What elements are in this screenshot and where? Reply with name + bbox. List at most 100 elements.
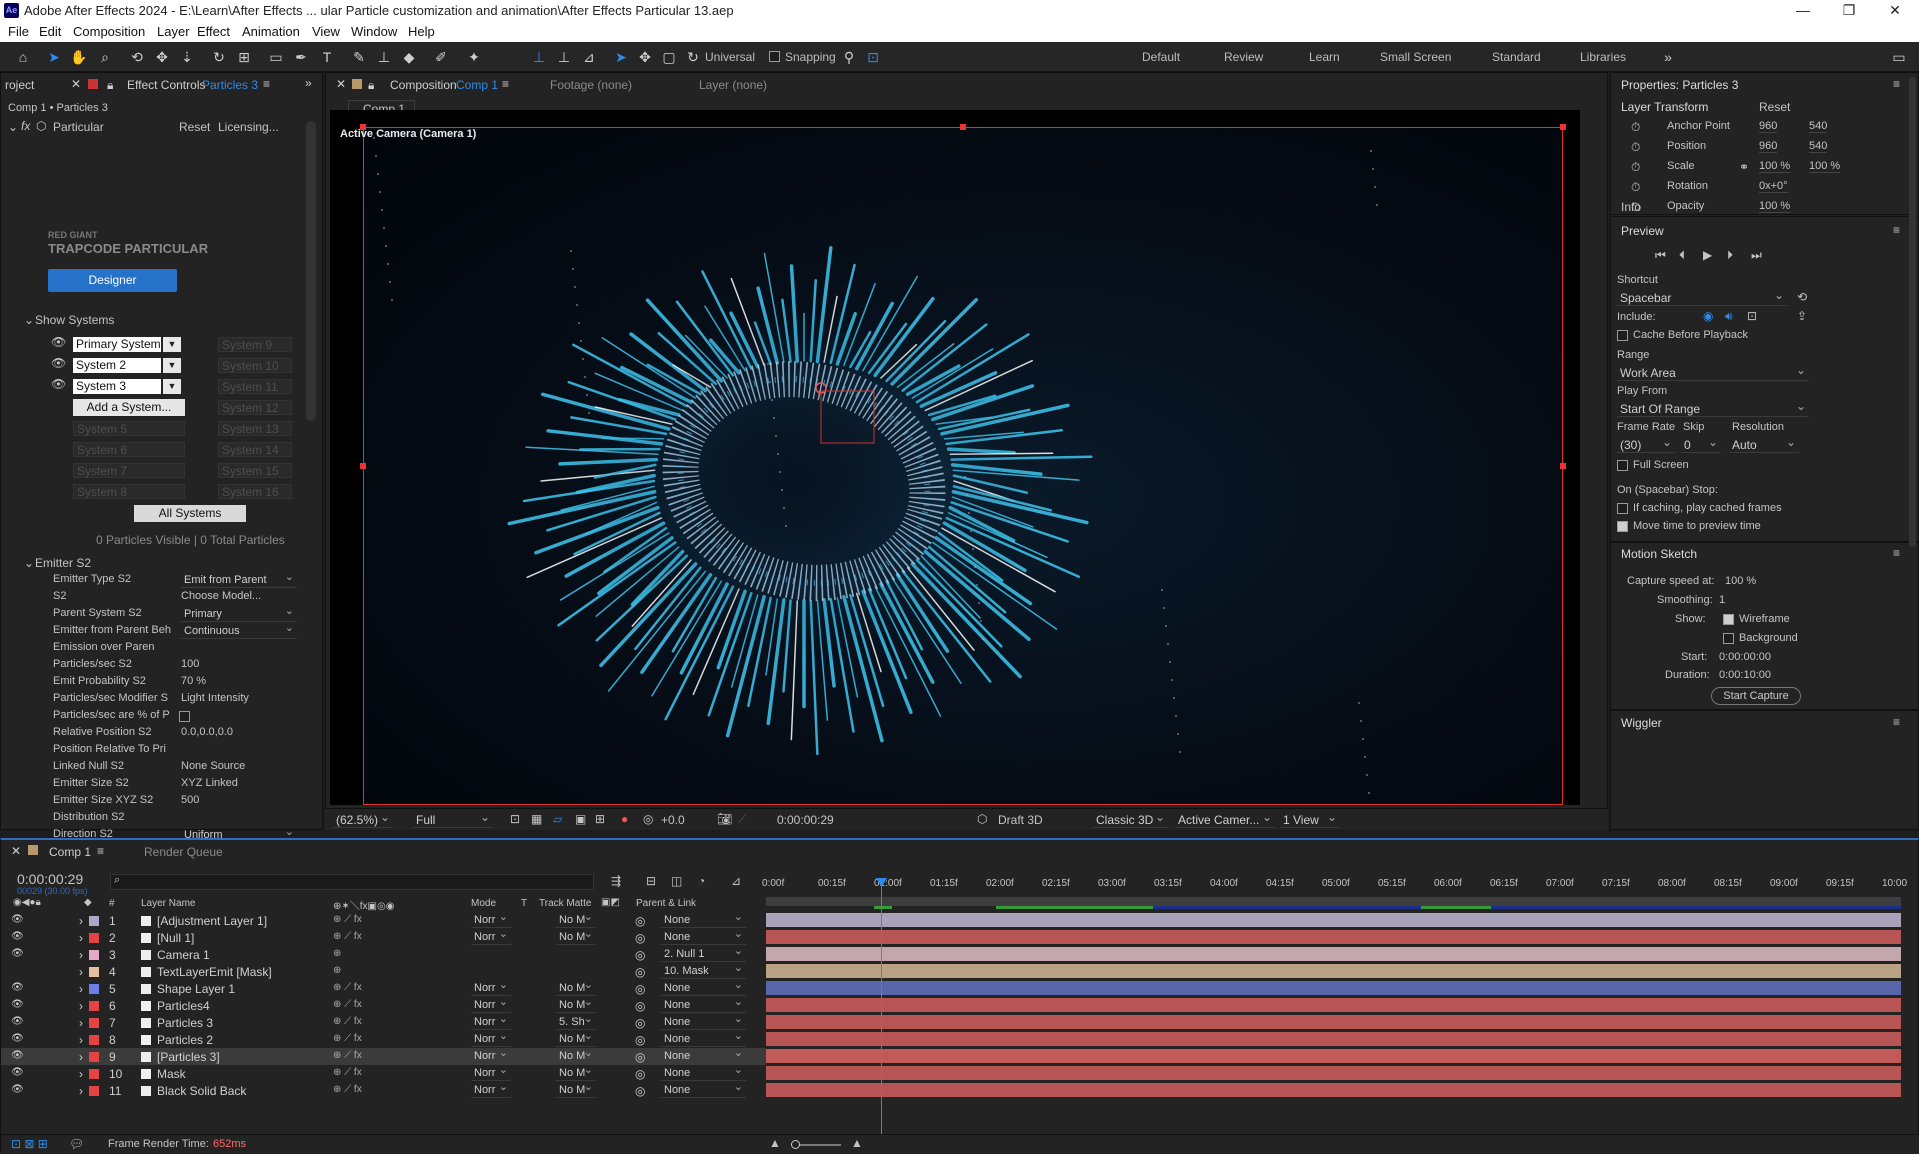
label-color-icon[interactable] bbox=[89, 1001, 99, 1011]
motion-blur-icon[interactable]: ◔ bbox=[698, 874, 705, 888]
stopwatch-icon[interactable]: ⏱ bbox=[1631, 140, 1640, 155]
visibility-eye-icon[interactable]: 👁︎ bbox=[11, 1050, 24, 1061]
pen-tool-icon[interactable]: ✒ bbox=[292, 48, 310, 66]
snapping-checkbox[interactable] bbox=[769, 51, 780, 62]
layer-switches-icon[interactable]: ⊕ ⟋ fx bbox=[333, 1067, 362, 1078]
system-dropdown-icon[interactable]: ▼ bbox=[163, 337, 181, 352]
reset-shortcut-icon[interactable]: ⟲ bbox=[1797, 290, 1807, 304]
orbit-tool-icon[interactable]: ⟲ bbox=[128, 48, 146, 66]
workspace-learn[interactable]: Learn bbox=[1309, 50, 1340, 64]
more-workspaces-icon[interactable]: » bbox=[1659, 48, 1677, 66]
render-queue-tab[interactable]: Render Queue bbox=[144, 845, 223, 859]
system-primary[interactable]: Primary System bbox=[73, 337, 161, 352]
rotation-tool-icon[interactable]: ↻ bbox=[210, 48, 228, 66]
property-value[interactable]: Light Intensity bbox=[181, 692, 249, 704]
menu-effect[interactable]: Effect bbox=[197, 24, 230, 39]
workspace-small-screen[interactable]: Small Screen bbox=[1380, 50, 1451, 64]
transform-value-1[interactable]: 100 % bbox=[1759, 160, 1790, 173]
show-systems-twirl-icon[interactable]: ⌄ bbox=[24, 313, 34, 327]
menu-composition[interactable]: Composition bbox=[73, 24, 145, 39]
full-screen-checkbox[interactable] bbox=[1617, 460, 1628, 471]
layer-duration-bar[interactable] bbox=[766, 964, 1901, 978]
layer-name-header[interactable]: Layer Name bbox=[141, 898, 195, 909]
exposure-value[interactable]: +0.0 bbox=[661, 813, 685, 827]
label-color-icon[interactable] bbox=[89, 1069, 99, 1079]
smoothing-value[interactable]: 1 bbox=[1719, 594, 1725, 606]
transparency-grid-icon[interactable]: ▦ bbox=[531, 812, 542, 826]
property-value[interactable]: Choose Model... bbox=[181, 590, 261, 602]
channels-icon[interactable]: ● bbox=[621, 812, 628, 826]
transform-value-1[interactable]: 960 bbox=[1759, 120, 1777, 133]
selection-tool-icon[interactable]: ➤ bbox=[45, 48, 63, 66]
panel-menu-icon[interactable]: ≡ bbox=[263, 77, 270, 91]
layer-name[interactable]: [Null 1] bbox=[157, 931, 194, 945]
visibility-eye-icon[interactable]: 👁︎ bbox=[11, 982, 24, 993]
resolution-select[interactable]: Auto bbox=[1729, 437, 1799, 453]
layer-row[interactable]: ›4TextLayerEmit [Mask]⊕◎10. Mask bbox=[1, 963, 766, 980]
menu-view[interactable]: View bbox=[312, 24, 340, 39]
color-management-icon[interactable]: ◎ bbox=[643, 812, 653, 826]
effect-controls-layer[interactable]: Particles 3 bbox=[202, 78, 258, 92]
scrollbar[interactable] bbox=[306, 121, 316, 421]
anchor-tool-icon[interactable]: ⊞ bbox=[235, 48, 253, 66]
system-dropdown-icon[interactable]: ▼ bbox=[163, 358, 181, 373]
roto-brush-icon[interactable]: ✐ bbox=[432, 48, 450, 66]
menu-file[interactable]: File bbox=[8, 24, 29, 39]
zoom-tool-icon[interactable]: ⌕ bbox=[96, 48, 114, 66]
transform-value-2[interactable]: 100 % bbox=[1809, 160, 1840, 173]
search-help-icon[interactable]: ▭ bbox=[1890, 48, 1908, 66]
twirl-icon[interactable]: › bbox=[79, 999, 83, 1013]
hand-tool-icon[interactable]: ✋ bbox=[70, 48, 88, 66]
layer-name[interactable]: Particles4 bbox=[157, 999, 210, 1013]
system-slot[interactable]: System 6 bbox=[73, 442, 185, 457]
view-axis-icon[interactable]: ⊿ bbox=[580, 48, 598, 66]
puppet-pin-icon[interactable]: ✦ bbox=[465, 48, 483, 66]
stopwatch-icon[interactable]: ⏱ bbox=[1631, 160, 1640, 175]
minimize-icon[interactable]: — bbox=[1788, 2, 1818, 18]
add-system-button[interactable]: Add a System... bbox=[73, 399, 185, 416]
universal-rotate-icon[interactable]: ↻ bbox=[684, 48, 702, 66]
layer-switches-icon[interactable]: ⊕ ⟋ fx bbox=[333, 982, 362, 993]
parent-select[interactable]: None bbox=[661, 1082, 746, 1098]
twirl-icon[interactable]: › bbox=[79, 914, 83, 928]
draft-3d-toggle-icon[interactable]: ⇶ bbox=[611, 874, 621, 888]
comp-flowchart-icon[interactable]: ⊟ bbox=[646, 874, 656, 888]
property-value[interactable]: Emit from Parent bbox=[181, 572, 297, 588]
export-icon[interactable]: ⇪ bbox=[1797, 309, 1807, 323]
label-color-icon[interactable] bbox=[89, 916, 99, 926]
blend-mode-select[interactable]: Norr bbox=[471, 1082, 511, 1098]
panel-menu-icon[interactable]: ≡ bbox=[1893, 223, 1900, 237]
include-video-icon[interactable]: ◉ bbox=[1703, 309, 1713, 323]
system-slot[interactable]: System 16 bbox=[218, 484, 292, 499]
label-color-icon[interactable] bbox=[89, 967, 99, 977]
layer-row[interactable]: 👁︎›8Particles 2⊕ ⟋ fxNorrNo M◎None bbox=[1, 1031, 766, 1048]
layer-switches-icon[interactable]: ⊕ ⟋ fx bbox=[333, 1084, 362, 1095]
twirl-icon[interactable]: › bbox=[79, 948, 83, 962]
menu-window[interactable]: Window bbox=[351, 24, 397, 39]
menu-layer[interactable]: Layer bbox=[157, 24, 190, 39]
layer-row[interactable]: 👁︎›11Black Solid Back⊕ ⟋ fxNorrNo M◎None bbox=[1, 1082, 766, 1099]
bbox-handle[interactable] bbox=[1560, 124, 1566, 130]
property-value[interactable]: Primary bbox=[181, 606, 297, 622]
layer-name[interactable]: Black Solid Back bbox=[157, 1084, 246, 1098]
close-tab-icon[interactable]: ✕ bbox=[336, 77, 346, 91]
system-slot[interactable]: System 5 bbox=[73, 421, 185, 436]
transform-value-2[interactable]: 540 bbox=[1809, 120, 1827, 133]
all-systems-button[interactable]: All Systems bbox=[134, 505, 246, 522]
frame-rate-select[interactable]: (30) bbox=[1617, 437, 1675, 453]
work-area-bar[interactable] bbox=[766, 897, 1901, 906]
layer-name[interactable]: TextLayerEmit [Mask] bbox=[157, 965, 272, 979]
layer-name[interactable]: Mask bbox=[157, 1067, 186, 1081]
label-color-icon[interactable] bbox=[89, 933, 99, 943]
layer-name[interactable]: [Particles 3] bbox=[157, 1050, 220, 1064]
twirl-icon[interactable]: › bbox=[79, 965, 83, 979]
fx-icon[interactable]: fx bbox=[21, 119, 30, 133]
menu-edit[interactable]: Edit bbox=[39, 24, 61, 39]
local-axis-icon[interactable]: ⊥ bbox=[530, 48, 548, 66]
stopwatch-icon[interactable]: ⏱ bbox=[1631, 120, 1640, 135]
property-checkbox[interactable] bbox=[179, 711, 190, 722]
system-slot[interactable]: System 8 bbox=[73, 484, 185, 499]
play-icon[interactable]: ▶ bbox=[1703, 248, 1712, 262]
pickwhip-icon[interactable]: ◎ bbox=[635, 948, 645, 962]
layer-switches-icon[interactable]: ⊕ ⟋ fx bbox=[333, 1033, 362, 1044]
